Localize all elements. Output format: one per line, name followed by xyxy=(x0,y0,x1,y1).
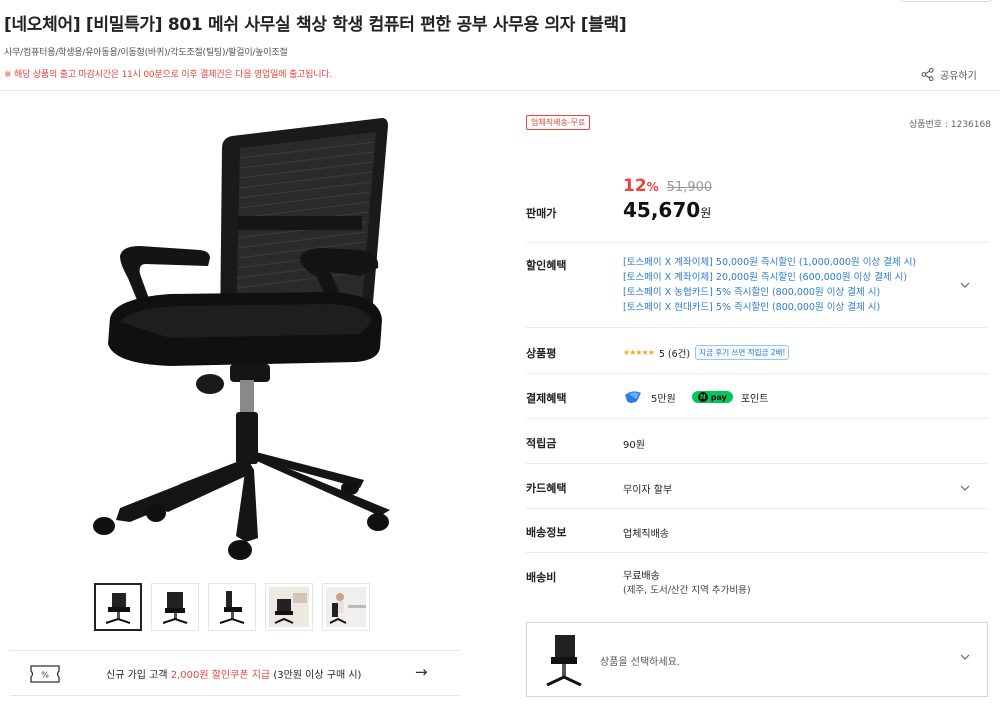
option-select-placeholder: 상품을 선택하세요. xyxy=(600,657,680,668)
thumbnail-4[interactable] xyxy=(265,583,313,631)
thumbnail-5[interactable] xyxy=(322,583,370,631)
option-chair-thumbnail xyxy=(546,635,582,687)
points-label: 적립금 xyxy=(526,437,557,450)
product-number: 상품번호 : 1236168 xyxy=(909,120,991,130)
divider xyxy=(526,552,988,553)
svg-text:%: % xyxy=(41,671,49,680)
chair-thumb-icon xyxy=(105,593,131,624)
share-label: 공유하기 xyxy=(940,71,977,82)
thumbnail-3[interactable] xyxy=(208,583,256,631)
thumbnail-1[interactable] xyxy=(94,583,142,631)
benefits-list: [토스페이 X 계좌이체] 50,000원 즉시할인 (1,000,000원 이… xyxy=(623,255,916,315)
signup-coupon-banner[interactable]: % 신규 가입 고객 2,000원 할인쿠폰 지급 (3만원 이상 구매 시) … xyxy=(10,650,460,696)
thumbnail-2[interactable] xyxy=(151,583,199,631)
coupon-suffix: (3만원 이상 구매 시) xyxy=(270,670,362,681)
card-label: 카드혜택 xyxy=(526,482,567,495)
discount-row: 12% 51,900 xyxy=(623,176,712,196)
product-title: [네오체어] [비밀특가] 801 메쉬 사무실 책상 학생 컴퓨터 편한 공부… xyxy=(4,15,627,35)
divider xyxy=(526,418,988,419)
coupon-prefix: 신규 가입 고객 xyxy=(106,670,171,681)
shipping-fee-note: (제주, 도서/산간 지역 추가비용) xyxy=(623,585,751,596)
chevron-down-icon[interactable] xyxy=(959,279,971,291)
divider xyxy=(526,242,988,243)
share-button[interactable]: 공유하기 xyxy=(921,67,977,82)
coupon-text: 신규 가입 고객 2,000원 할인쿠폰 지급 (3만원 이상 구매 시) xyxy=(106,666,361,681)
chevron-down-icon[interactable] xyxy=(959,482,971,494)
coupon-highlight: 2,000원 할인쿠폰 지급 xyxy=(170,670,271,681)
divider xyxy=(526,463,988,464)
top-utility-box xyxy=(900,0,992,2)
thumbnail-strip xyxy=(94,583,370,631)
share-icon xyxy=(921,68,934,81)
arrow-right-icon: → xyxy=(415,663,428,681)
product-main-image xyxy=(93,118,390,560)
shipping-fee-label: 배송비 xyxy=(526,571,557,584)
benefit-item: [토스페이 X 현대카드] 5% 즉시할인 (800,000원 이상 결제 시) xyxy=(623,302,881,313)
benefit-item: [토스페이 X 계좌이체] 50,000원 즉시할인 (1,000,000원 이… xyxy=(623,257,917,268)
chair-front-thumb-icon xyxy=(162,592,188,624)
benefits-label: 할인혜택 xyxy=(526,259,567,272)
product-categories: 사무/컴퓨터용/학생용/유아동용/이동형(바퀴)/각도조절(틸팅)/팔걸이/높이… xyxy=(4,48,288,58)
chair-side-thumb-icon xyxy=(219,591,245,624)
benefit-item: [토스페이 X 농협카드] 5% 즉시할인 (800,000원 이상 결제 시) xyxy=(623,287,881,298)
star-rating-icon: ★★★★★ xyxy=(623,348,655,357)
divider xyxy=(526,508,988,509)
payment-benefits: 5만원 Npay 포인트 xyxy=(623,389,768,405)
shipping-info-value: 업체직배송 xyxy=(623,529,669,540)
benefit-item: [토스페이 X 계좌이체] 20,000원 즉시할인 (600,000원 이상 … xyxy=(623,272,908,283)
points-value: 90원 xyxy=(623,440,645,451)
divider xyxy=(526,327,988,328)
rating-row: ★★★★★ 5 (6건) 지금 후기 쓰면 적립금 2배! xyxy=(623,345,790,360)
card-value: 무이자 할부 xyxy=(623,485,673,496)
review-promo-tag[interactable]: 지금 후기 쓰면 적립금 2배! xyxy=(695,345,790,360)
shipping-cutoff-notice: ※ 해당 상품의 출고 마감시간은 11시 00분으로 이후 결제건은 다음 영… xyxy=(4,70,333,80)
original-price: 51,900 xyxy=(666,180,713,195)
shipping-badge: 업체직배송-무료 xyxy=(526,115,591,130)
payment-label: 결제혜택 xyxy=(526,392,567,405)
divider xyxy=(526,373,988,374)
chair-room-thumb-icon xyxy=(269,587,309,627)
toss-amount: 5만원 xyxy=(651,393,676,405)
option-select[interactable]: 상품을 선택하세요. xyxy=(526,622,988,697)
price-label: 판매가 xyxy=(526,207,557,220)
shipping-fee-value: 무료배송 xyxy=(623,571,660,582)
chevron-down-icon xyxy=(960,654,970,660)
chair-desk-thumb-icon xyxy=(326,587,366,627)
naver-pay-badge: Npay xyxy=(691,391,733,403)
point-label: 포인트 xyxy=(740,393,769,405)
shipping-info-label: 배송정보 xyxy=(526,526,567,539)
review-label: 상품평 xyxy=(526,347,557,360)
sale-price: 45,670원 xyxy=(623,198,712,222)
chair-illustration xyxy=(93,118,390,560)
discount-percent: 12% xyxy=(623,176,659,196)
coupon-icon: % xyxy=(30,665,60,683)
toss-icon xyxy=(625,391,641,403)
header-divider xyxy=(0,90,1000,91)
rating-score[interactable]: 5 (6건) xyxy=(659,346,690,360)
